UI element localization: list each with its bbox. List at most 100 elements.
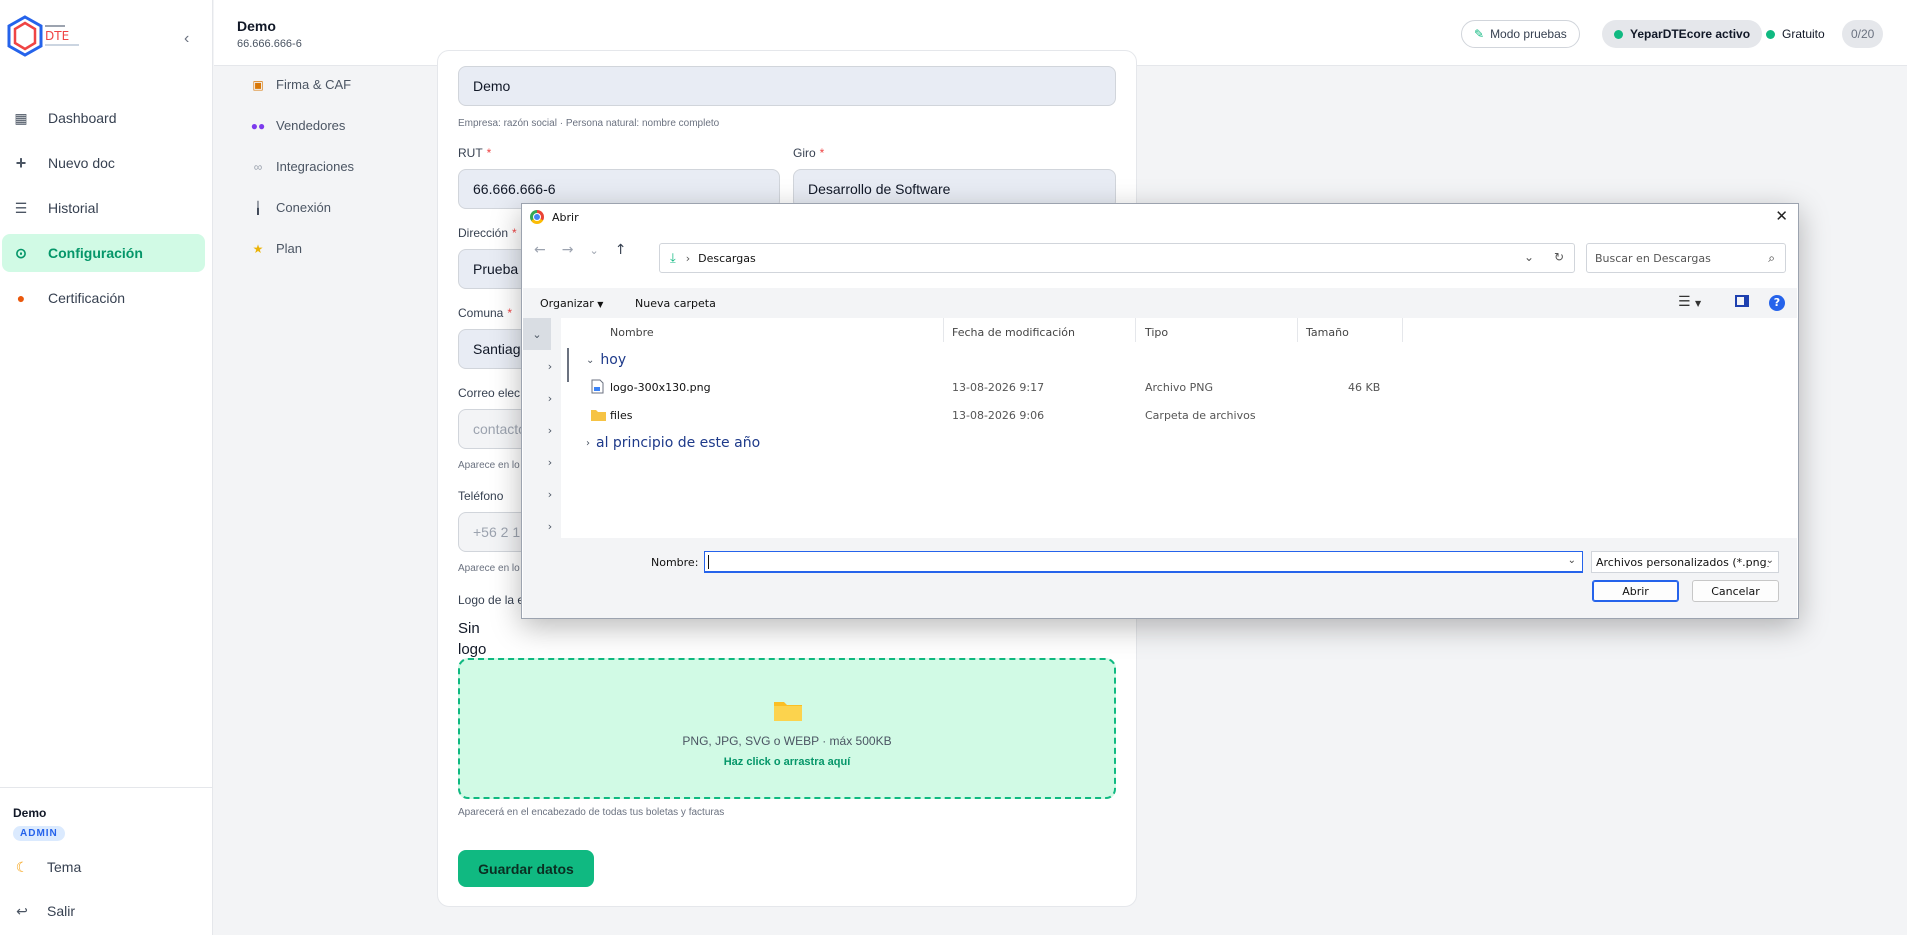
dialog-nav-buttons: ← → ⌄ ↑ (534, 242, 626, 258)
navigation-pane: ⌄ › › › › › › (523, 318, 561, 538)
sidebar-item-label: Certificación (48, 290, 126, 306)
plan-badge: Gratuito (1760, 20, 1831, 48)
settings-nav-plan[interactable]: ★ Plan (250, 241, 302, 256)
file-row[interactable]: files 13-08-2026 9:06 Carpeta de archivo… (577, 405, 1417, 427)
sidebar-item-certificacion[interactable]: ● Certificación (2, 279, 205, 317)
forward-arrow-icon[interactable]: → (562, 242, 574, 258)
test-mode-button[interactable]: ✎ Modo pruebas (1461, 20, 1580, 48)
sidebar: DTE ‹ ▦ Dashboard + Nuevo doc ☰ Historia… (0, 0, 213, 935)
organize-label: Organizar (540, 297, 594, 310)
nav-pane-scrollbar[interactable] (567, 348, 569, 382)
folder-icon (591, 410, 606, 421)
file-size: 46 KB (1348, 381, 1381, 394)
sidebar-item-dashboard[interactable]: ▦ Dashboard (2, 99, 205, 137)
new-folder-button[interactable]: Nueva carpeta (635, 297, 716, 310)
cancel-button[interactable]: Cancelar (1692, 580, 1779, 602)
nav-pane-expand-icon[interactable]: › (523, 446, 561, 478)
column-separator[interactable] (943, 318, 944, 342)
address-bar[interactable]: ⤓ › Descargas ⌄ ↻ (659, 243, 1575, 273)
preview-pane-icon[interactable] (1735, 295, 1749, 307)
nav-pane-expanded-icon[interactable]: ⌄ (523, 318, 551, 350)
filename-input[interactable]: ⌄ (704, 551, 1583, 573)
column-date[interactable]: Fecha de modificación (952, 326, 1075, 339)
settings-nav-firma-caf[interactable]: ▣ Firma & CAF (250, 77, 351, 92)
group-header-today[interactable]: ⌄ hoy (586, 352, 626, 368)
close-icon[interactable]: ✕ (1775, 207, 1788, 225)
company-rut: 66.666.666-6 (237, 38, 302, 50)
sidebar-item-label: Dashboard (48, 110, 117, 126)
status-dot-icon (1766, 29, 1775, 39)
nav-pane-expand-icon[interactable]: › (523, 350, 561, 382)
logout-label: Salir (47, 903, 76, 919)
filename-label: Nombre: (651, 556, 699, 569)
usage-counter: 0/20 (1842, 20, 1884, 48)
group-header-year[interactable]: › al principio de este año (586, 435, 760, 451)
refresh-icon[interactable]: ↻ (1554, 250, 1564, 264)
plug-icon: ╽ (254, 200, 262, 215)
user-name: Demo (13, 806, 47, 820)
logo-preview-placeholder: Sin logo (458, 620, 487, 658)
grid-icon: ▦ (14, 109, 28, 126)
telefono-hint: Aparece en lo (458, 563, 520, 574)
rut-label-text: RUT (458, 146, 483, 160)
up-arrow-icon[interactable]: ↑ (615, 242, 627, 258)
core-status-label: YeparDTEcore activo (1630, 27, 1751, 41)
logo-dropzone[interactable]: PNG, JPG, SVG o WEBP · máx 500KB Haz cli… (458, 658, 1116, 799)
image-file-icon (591, 379, 604, 394)
search-input[interactable]: Buscar en Descargas ⌕ (1586, 243, 1786, 273)
nav-pane-expand-icon[interactable]: › (523, 414, 561, 446)
column-separator[interactable] (1297, 318, 1298, 342)
plus-icon: + (15, 152, 27, 173)
correo-label: Correo elec (458, 386, 521, 400)
column-separator[interactable] (1135, 318, 1136, 342)
collapse-sidebar-icon[interactable]: ‹ (184, 30, 189, 48)
sidebar-nav: ▦ Dashboard + Nuevo doc ☰ Historial ⊙ Co… (0, 92, 213, 317)
file-name: files (610, 409, 633, 422)
logo-label: Logo de la e (458, 593, 525, 607)
filter-value: Archivos personalizados (*.png; (1596, 556, 1771, 569)
save-button[interactable]: Guardar datos (458, 850, 594, 887)
direccion-label: Dirección * (458, 226, 517, 240)
settings-nav-vendedores[interactable]: ●● Vendedores (250, 118, 346, 133)
sidebar-item-nuevo-doc[interactable]: + Nuevo doc (2, 144, 205, 182)
column-size[interactable]: Tamaño (1306, 326, 1349, 339)
razon-social-hint: Empresa: razón social · Persona natural:… (458, 118, 720, 129)
settings-nav-label: Plan (276, 241, 303, 256)
certificate-icon: ▣ (252, 77, 264, 92)
theme-label: Tema (47, 859, 82, 875)
file-type-filter[interactable]: Archivos personalizados (*.png; ⌄ (1591, 551, 1779, 573)
column-name[interactable]: Nombre (610, 326, 654, 339)
settings-nav-integraciones[interactable]: ∞ Integraciones (250, 159, 354, 174)
razon-social-field[interactable]: Demo (458, 66, 1116, 106)
logo-hint: Aparecerá en el encabezado de todas tus … (458, 807, 725, 818)
recent-chevron-icon[interactable]: ⌄ (589, 244, 598, 258)
logout-link[interactable]: ↩ Salir (13, 897, 213, 925)
column-type[interactable]: Tipo (1145, 326, 1168, 339)
help-icon[interactable]: ? (1769, 295, 1785, 311)
nav-pane-expand-icon[interactable]: › (523, 478, 561, 510)
nav-pane-expand-icon[interactable]: › (523, 382, 561, 414)
open-button[interactable]: Abrir (1592, 580, 1679, 602)
comuna-label-text: Comuna (458, 306, 504, 320)
theme-toggle[interactable]: ☾ Tema (13, 853, 213, 881)
back-arrow-icon[interactable]: ← (534, 242, 546, 258)
settings-nav-label: Vendedores (276, 118, 346, 133)
dialog-title: Abrir (552, 210, 579, 224)
chevron-down-icon[interactable]: ⌄ (1568, 555, 1576, 566)
breadcrumb-folder[interactable]: Descargas (698, 252, 756, 265)
chevron-down-icon[interactable]: ⌄ (1524, 250, 1534, 264)
app-logo: DTE (7, 15, 79, 57)
settings-nav-conexion[interactable]: ╽ Conexión (250, 200, 331, 215)
organize-button[interactable]: Organizar ▼ (540, 297, 603, 310)
group-label: al principio de este año (596, 435, 761, 451)
column-separator[interactable] (1402, 318, 1403, 342)
sidebar-item-historial[interactable]: ☰ Historial (2, 189, 205, 227)
file-row[interactable]: logo-300x130.png 13-08-2026 9:17 Archivo… (577, 377, 1417, 399)
medal-icon: ● (16, 290, 26, 306)
dropzone-action: Haz click o arrastra aquí (723, 756, 851, 768)
rut-label: RUT * (458, 146, 492, 160)
sidebar-item-configuracion[interactable]: ⊙ Configuración (2, 234, 205, 272)
view-options-icon[interactable]: ☰ ▼ (1678, 294, 1701, 310)
test-mode-label: Modo pruebas (1490, 27, 1567, 41)
chrome-icon (530, 210, 544, 224)
